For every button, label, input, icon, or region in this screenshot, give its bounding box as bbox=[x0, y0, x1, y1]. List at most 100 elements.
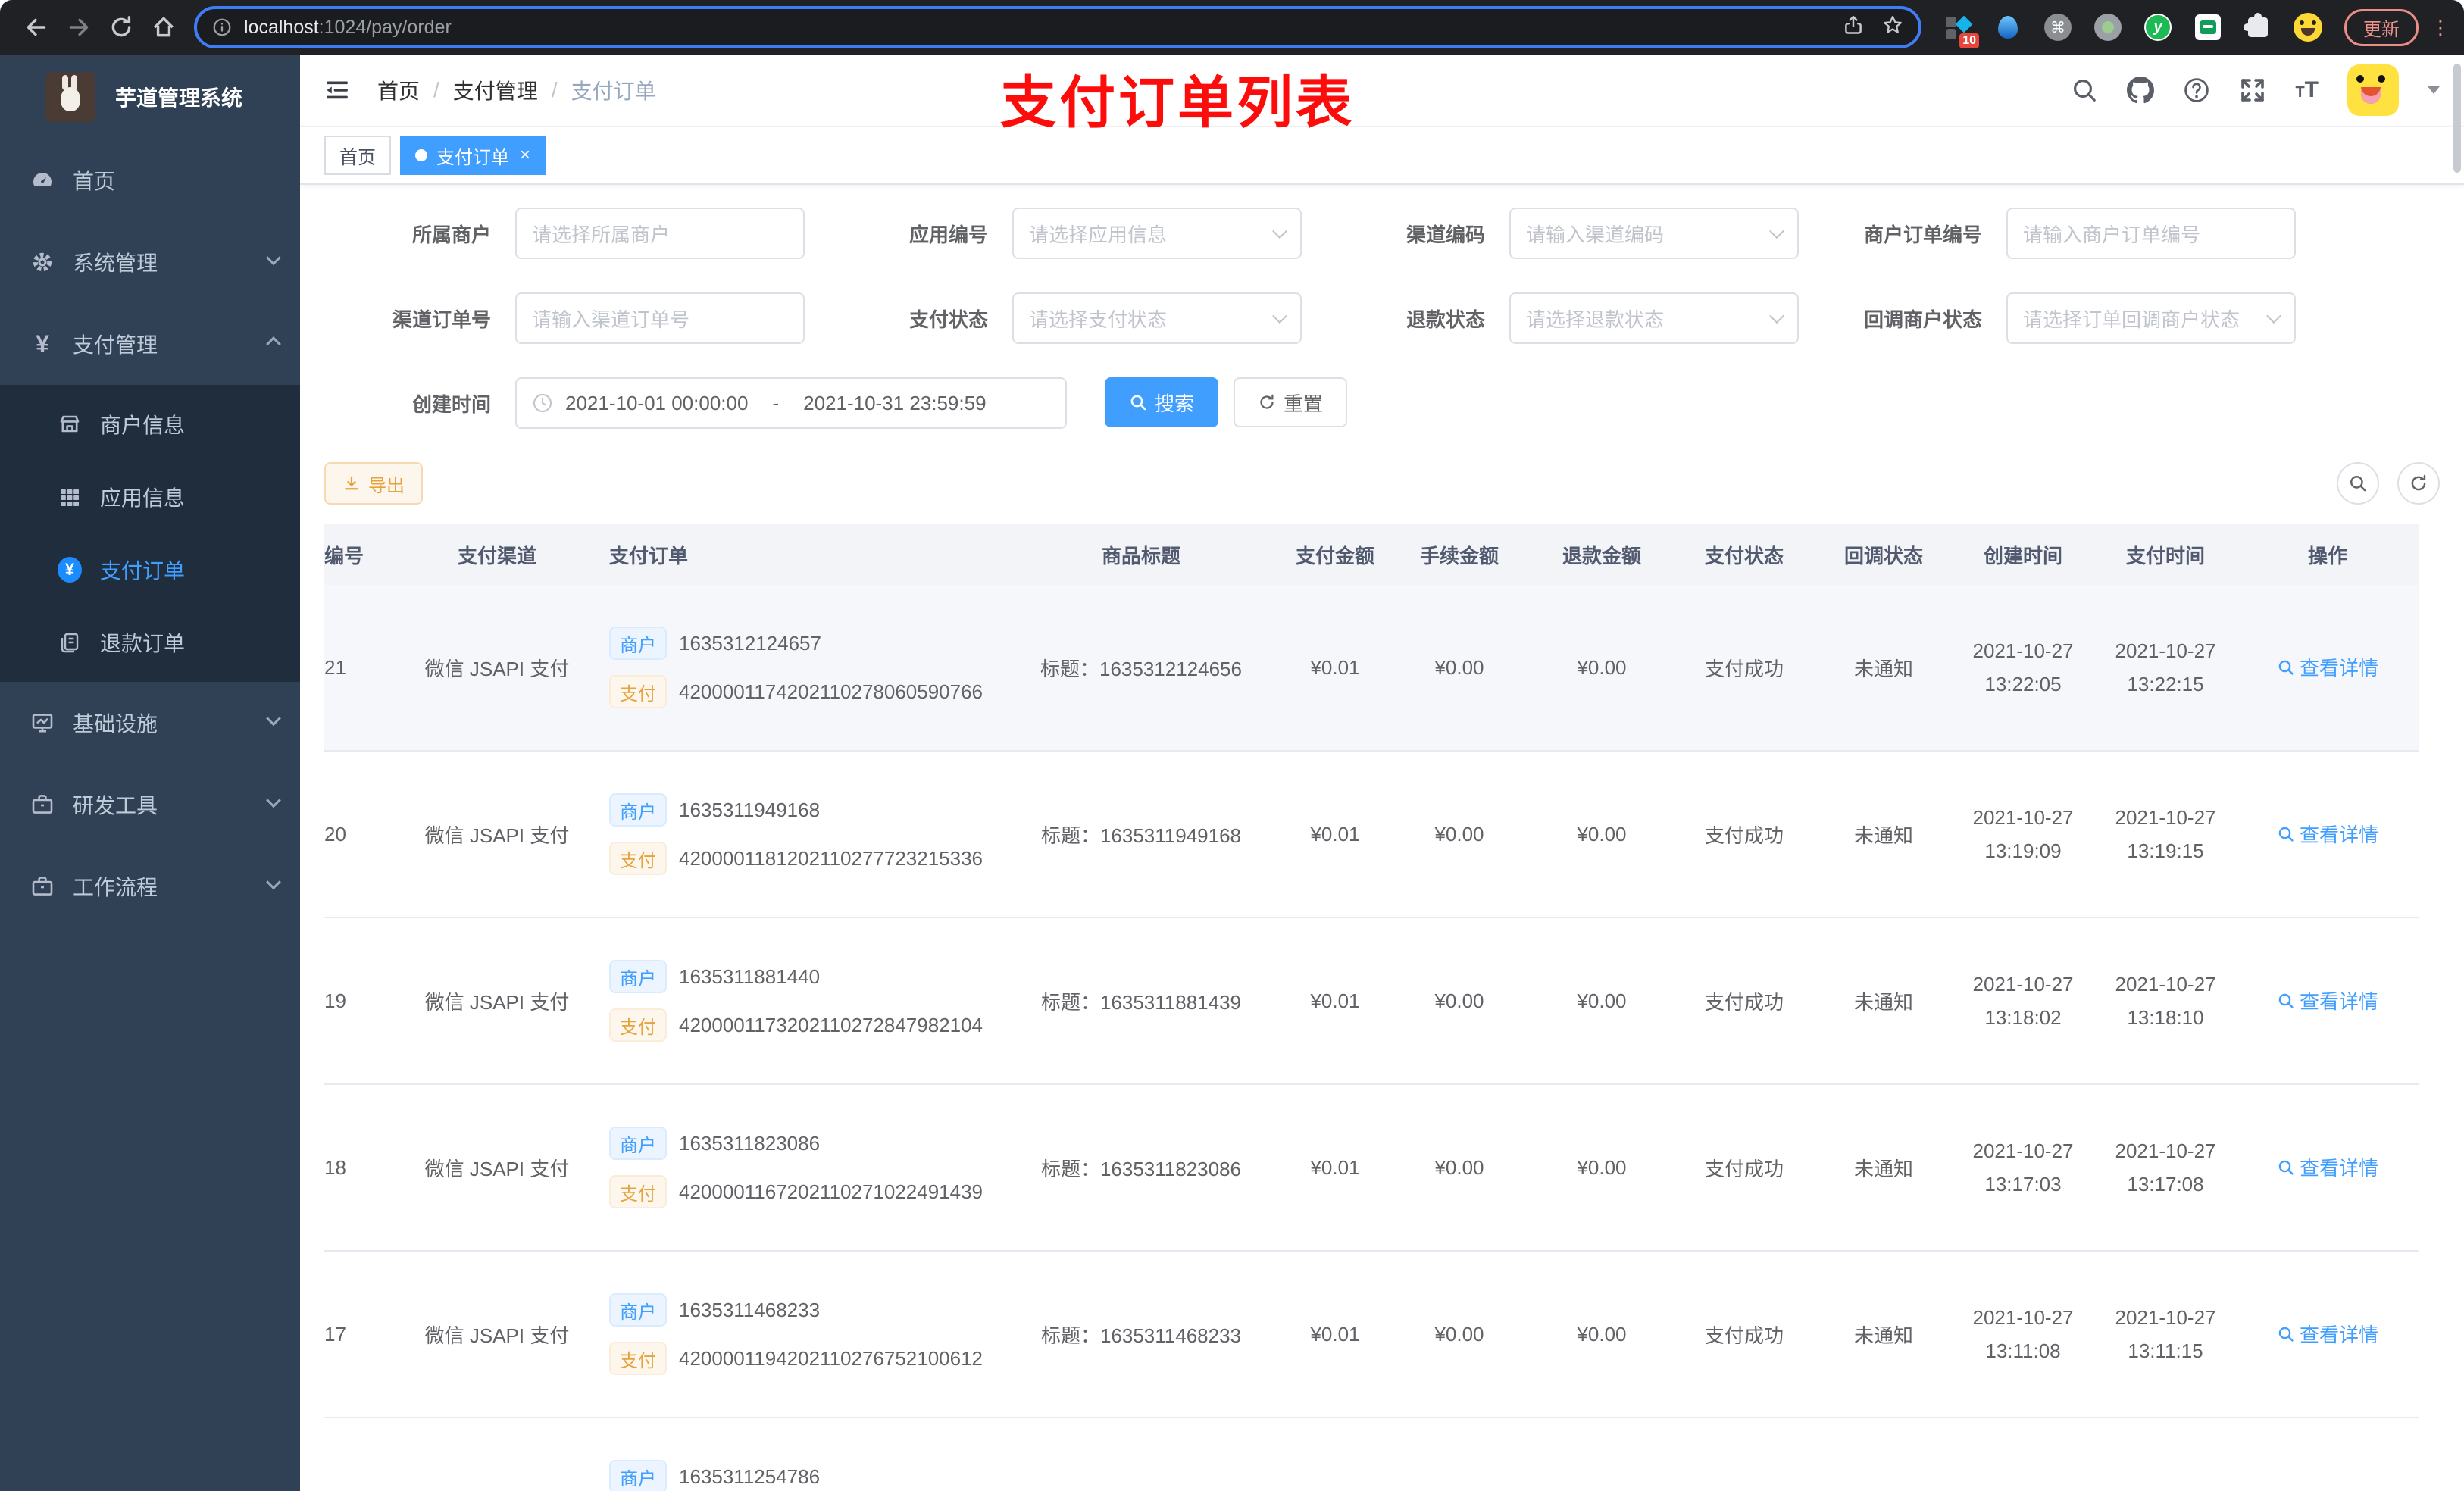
record-extension-icon[interactable] bbox=[2093, 12, 2123, 42]
app-logo: 芋道管理系统 bbox=[0, 55, 300, 139]
magnifier-icon bbox=[2278, 1327, 2294, 1342]
puzzle-extensions-icon[interactable] bbox=[2243, 12, 2273, 42]
merchant-select[interactable]: 请选择所属商户 bbox=[515, 208, 805, 259]
tab-pay-order[interactable]: 支付订单 × bbox=[400, 136, 546, 175]
chrome-update-button[interactable]: 更新 bbox=[2344, 8, 2419, 46]
back-icon[interactable] bbox=[15, 6, 58, 48]
chrome-menu-icon[interactable]: ⋮ bbox=[2431, 16, 2450, 39]
cell-refund: ¥0.00 bbox=[1577, 655, 1627, 679]
user-avatar[interactable] bbox=[2347, 64, 2399, 116]
clock-icon bbox=[533, 393, 552, 413]
cell-pay-channel: 微信 JSAPI 支付 bbox=[424, 1157, 570, 1180]
breadcrumb-payment[interactable]: 支付管理 bbox=[453, 75, 538, 105]
cell-fee: ¥0.00 bbox=[1434, 655, 1484, 679]
fold-sidebar-icon[interactable] bbox=[324, 77, 350, 103]
chevron-down-icon bbox=[266, 250, 281, 266]
pay-tag: 支付 bbox=[609, 1008, 667, 1042]
filter-label-app: 应用编号 bbox=[908, 223, 988, 246]
date-end: 2021-10-31 23:59:59 bbox=[803, 391, 987, 414]
pay-order-no: 4200001181202110277723215336 bbox=[679, 846, 983, 870]
sidebar-submenu: 商户信息 应用信息 ¥ 支付订单 退款订单 bbox=[0, 385, 300, 682]
window-scrollbar[interactable] bbox=[2453, 64, 2461, 173]
view-detail-link[interactable]: 查看详情 bbox=[2277, 1320, 2378, 1348]
search-button[interactable]: 搜索 bbox=[1105, 377, 1219, 427]
refresh-table-button[interactable] bbox=[2397, 462, 2440, 505]
reset-button[interactable]: 重置 bbox=[1234, 377, 1348, 427]
cell-order-id: 19 bbox=[324, 989, 346, 1012]
pay-status-select[interactable]: 请选择支付状态 bbox=[1012, 292, 1302, 344]
refund-status-select[interactable]: 请选择退款状态 bbox=[1509, 292, 1799, 344]
reload-icon[interactable] bbox=[100, 6, 142, 48]
tiles-extension-icon[interactable]: 10 bbox=[1943, 12, 1979, 48]
cell-pay-status: 支付成功 bbox=[1704, 1324, 1784, 1347]
search-icon[interactable] bbox=[2071, 77, 2098, 104]
chevron-down-icon bbox=[266, 711, 281, 727]
breadcrumb-home[interactable]: 首页 bbox=[377, 75, 420, 105]
pay-order-no: 4200001174202110278060590766 bbox=[679, 680, 983, 703]
channel-code-select[interactable]: 请输入渠道编码 bbox=[1509, 208, 1799, 259]
cell-notify-status: 未通知 bbox=[1853, 1157, 1913, 1180]
merchant-order-no-input[interactable]: 请输入商户订单编号 bbox=[2006, 208, 2296, 259]
chat-extension-icon[interactable] bbox=[2193, 12, 2223, 42]
export-button[interactable]: 导出 bbox=[324, 462, 423, 505]
cell-fee: ¥0.00 bbox=[1434, 1322, 1484, 1346]
cell-refund: ¥0.00 bbox=[1577, 1322, 1627, 1346]
toggle-search-button[interactable] bbox=[2337, 462, 2379, 505]
app-select[interactable]: 请选择应用信息 bbox=[1012, 208, 1302, 259]
chevron-down-icon bbox=[1769, 308, 1784, 324]
chevron-down-icon bbox=[2266, 308, 2281, 324]
sidebar-item-payment[interactable]: ¥ 支付管理 bbox=[0, 303, 300, 385]
filter-label-refund-status: 退款状态 bbox=[1406, 308, 1485, 331]
avatar-caret-icon[interactable] bbox=[2428, 86, 2440, 94]
sidebar-item-dev-tools[interactable]: 研发工具 bbox=[0, 764, 300, 846]
merchant-order-no: 1635311823086 bbox=[679, 1131, 821, 1155]
gear-icon bbox=[30, 250, 55, 274]
cell-title: 标题：1635311823086 bbox=[1040, 1157, 1242, 1180]
pay-order-no: 4200001173202110272847982104 bbox=[679, 1013, 983, 1036]
kite-extension-icon[interactable] bbox=[1993, 12, 2023, 42]
table-body: 21 微信 JSAPI 支付 商户 1635312124657 支付 4200001174… bbox=[324, 585, 2419, 1491]
close-tab-icon[interactable]: × bbox=[520, 146, 530, 164]
view-detail-link[interactable]: 查看详情 bbox=[2277, 653, 2378, 681]
notify-status-select[interactable]: 请选择订单回调商户状态 bbox=[2006, 292, 2296, 344]
view-detail-link[interactable]: 查看详情 bbox=[2277, 820, 2378, 848]
sidebar-item-app-info[interactable]: 应用信息 bbox=[0, 461, 300, 533]
sidebar-item-merchant-info[interactable]: 商户信息 bbox=[0, 388, 300, 461]
address-bar[interactable]: localhost:1024/pay/order bbox=[194, 6, 1921, 48]
search-icon bbox=[1130, 395, 1146, 411]
sidebar-item-workflow[interactable]: 工作流程 bbox=[0, 846, 300, 927]
pay-tag: 支付 bbox=[609, 1175, 667, 1208]
sidebar-item-pay-order[interactable]: ¥ 支付订单 bbox=[0, 533, 300, 606]
site-info-icon[interactable] bbox=[212, 17, 232, 37]
sidebar-item-refund-order[interactable]: 退款订单 bbox=[0, 606, 300, 679]
command-extension-icon[interactable]: ⌘ bbox=[2043, 12, 2073, 42]
github-icon[interactable] bbox=[2127, 77, 2155, 104]
profile-smiley-icon[interactable] bbox=[2293, 12, 2323, 42]
cell-pay-order: 商户 1635311881440 支付 42000011732021102728479… bbox=[609, 960, 1000, 1042]
sidebar-item-home[interactable]: 首页 bbox=[0, 139, 300, 221]
share-icon[interactable] bbox=[1843, 14, 1864, 42]
cell-amount: ¥0.01 bbox=[1310, 822, 1360, 846]
tab-home[interactable]: 首页 bbox=[324, 136, 391, 175]
browser-toolbar: localhost:1024/pay/order 10 ⌘ y 更新 ⋮ bbox=[0, 0, 2464, 55]
forward-icon[interactable] bbox=[58, 6, 100, 48]
cell-refund: ¥0.00 bbox=[1577, 822, 1627, 846]
merchant-order-no: 1635311254786 bbox=[679, 1464, 821, 1488]
sidebar-item-system[interactable]: 系统管理 bbox=[0, 221, 300, 303]
merchant-tag: 商户 bbox=[609, 960, 667, 993]
view-detail-link[interactable]: 查看详情 bbox=[2277, 1153, 2378, 1181]
page-header: 首页 / 支付管理 / 支付订单 TT bbox=[300, 55, 2464, 126]
cell-order-id: 21 bbox=[324, 655, 346, 679]
fullscreen-icon[interactable] bbox=[2239, 77, 2266, 104]
home-icon[interactable] bbox=[142, 6, 185, 48]
sidebar-item-infrastructure[interactable]: 基础设施 bbox=[0, 682, 300, 764]
create-time-range-picker[interactable]: 2021-10-01 00:00:00 - 2021-10-31 23:59:5… bbox=[515, 377, 1067, 429]
cell-amount: ¥0.01 bbox=[1310, 1322, 1360, 1346]
bookmark-star-icon[interactable] bbox=[1882, 14, 1903, 42]
view-detail-link[interactable]: 查看详情 bbox=[2277, 986, 2378, 1014]
channel-order-no-input[interactable]: 请输入渠道订单号 bbox=[515, 292, 805, 344]
help-icon[interactable] bbox=[2183, 77, 2210, 104]
merchant-tag: 商户 bbox=[609, 627, 667, 660]
font-size-icon[interactable]: TT bbox=[2295, 79, 2319, 102]
y-extension-icon[interactable]: y bbox=[2143, 12, 2173, 42]
